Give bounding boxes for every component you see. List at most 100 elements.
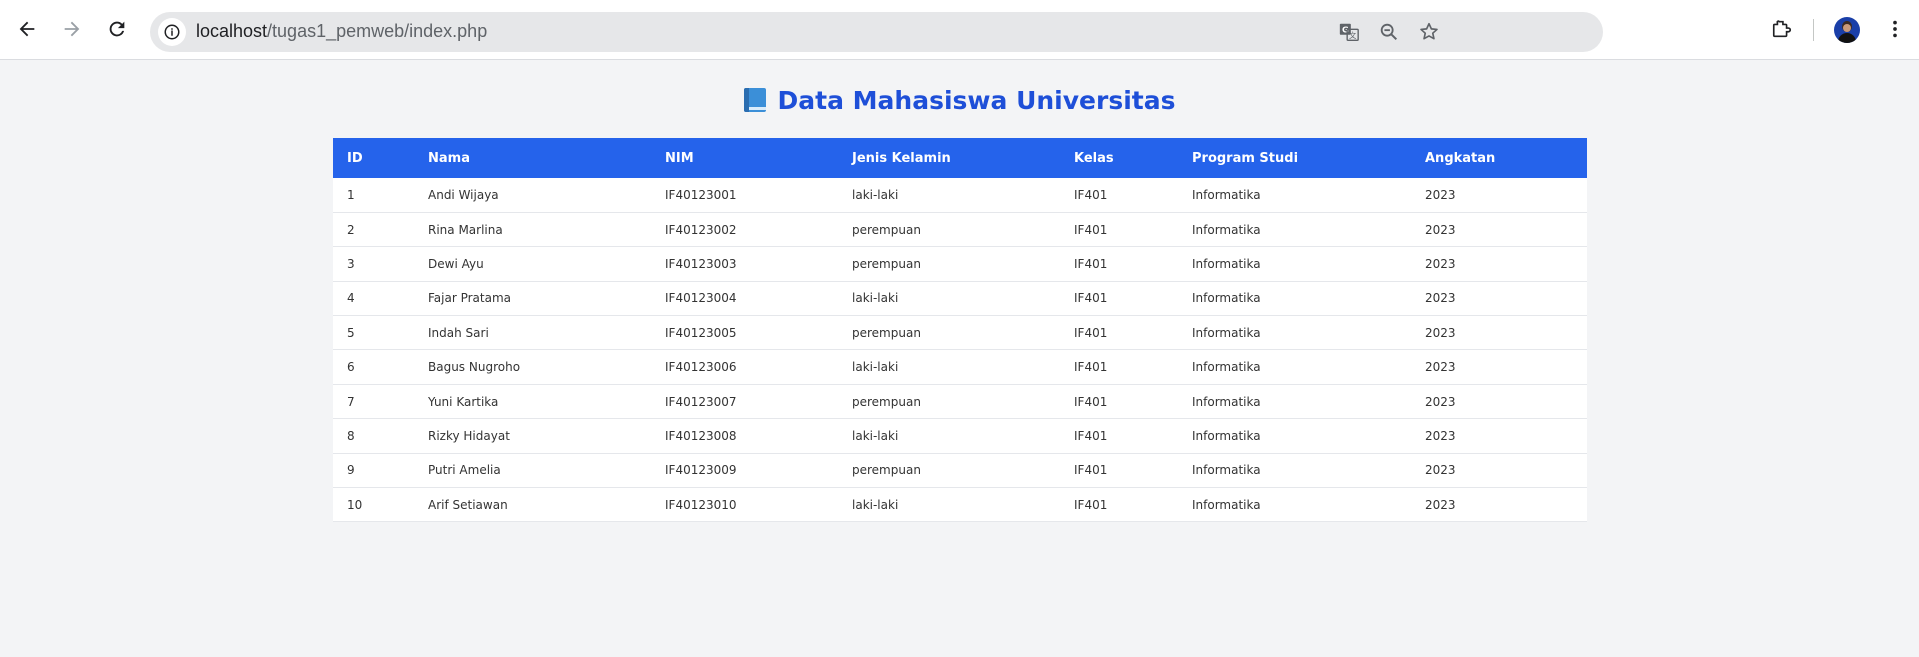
table-body: 1 Andi Wijaya IF40123001 laki-laki IF401 Info… (333, 178, 1587, 523)
cell-jenis-kelamin: laki-laki (838, 349, 1060, 385)
cell-nama: Putri Amelia (414, 453, 651, 489)
cell-angkatan: 2023 (1411, 178, 1587, 213)
column-header-angkatan: Angkatan (1411, 138, 1587, 178)
reload-button[interactable] (101, 13, 133, 45)
column-header-nama: Nama (414, 138, 651, 178)
cell-angkatan: 2023 (1411, 487, 1587, 523)
cell-jenis-kelamin: laki-laki (838, 487, 1060, 523)
cell-nama: Yuni Kartika (414, 384, 651, 420)
toolbar-divider (1813, 19, 1814, 41)
cell-jenis-kelamin: perempuan (838, 212, 1060, 248)
cell-id: 7 (333, 384, 414, 420)
cell-id: 3 (333, 246, 414, 282)
extensions-icon[interactable] (1767, 14, 1797, 44)
url-path: /tugas1_pemweb/index.php (267, 21, 488, 41)
cell-program-studi: Informatika (1178, 281, 1411, 317)
cell-nim: IF40123007 (651, 384, 838, 420)
cell-nama: Andi Wijaya (414, 178, 651, 213)
cell-id: 2 (333, 212, 414, 248)
cell-program-studi: Informatika (1178, 487, 1411, 523)
column-header-nim: NIM (651, 138, 838, 178)
cell-nim: IF40123005 (651, 315, 838, 351)
column-header-jenis-kelamin: Jenis Kelamin (838, 138, 1060, 178)
cell-id: 10 (333, 487, 414, 523)
cell-kelas: IF401 (1060, 212, 1178, 248)
cell-kelas: IF401 (1060, 246, 1178, 282)
forward-button[interactable] (56, 13, 88, 45)
table-row: 10 Arif Setiawan IF40123010 laki-laki IF401 I… (333, 487, 1587, 523)
column-header-program-studi: Program Studi (1178, 138, 1411, 178)
table-row: 3 Dewi Ayu IF40123003 perempuan IF401 Informa… (333, 246, 1587, 282)
cell-program-studi: Informatika (1178, 178, 1411, 213)
cell-id: 5 (333, 315, 414, 351)
cell-angkatan: 2023 (1411, 349, 1587, 385)
table-row: 1 Andi Wijaya IF40123001 laki-laki IF401 Info… (333, 178, 1587, 213)
cell-kelas: IF401 (1060, 178, 1178, 213)
students-table: ID Nama NIM Jenis Kelamin Kelas Program … (333, 138, 1587, 523)
table-row: 9 Putri Amelia IF40123009 perempuan IF401 Inf… (333, 453, 1587, 489)
cell-id: 9 (333, 453, 414, 489)
translate-icon[interactable]: G文 (1337, 20, 1361, 44)
page-title: Data Mahasiswa Universitas (0, 86, 1919, 115)
cell-program-studi: Informatika (1178, 418, 1411, 454)
cell-kelas: IF401 (1060, 453, 1178, 489)
table-row: 8 Rizky Hidayat IF40123008 laki-laki IF401 In… (333, 418, 1587, 454)
page-title-text: Data Mahasiswa Universitas (777, 86, 1176, 115)
profile-avatar[interactable] (1834, 17, 1860, 43)
cell-angkatan: 2023 (1411, 384, 1587, 420)
cell-program-studi: Informatika (1178, 246, 1411, 282)
table-row: 7 Yuni Kartika IF40123007 perempuan IF401 Inf… (333, 384, 1587, 420)
cell-jenis-kelamin: perempuan (838, 384, 1060, 420)
cell-nim: IF40123006 (651, 349, 838, 385)
cell-jenis-kelamin: perempuan (838, 453, 1060, 489)
cell-nama: Rizky Hidayat (414, 418, 651, 454)
cell-nama: Indah Sari (414, 315, 651, 351)
cell-nim: IF40123009 (651, 453, 838, 489)
zoom-icon[interactable] (1377, 20, 1401, 44)
cell-id: 1 (333, 178, 414, 213)
table-row: 5 Indah Sari IF40123005 perempuan IF401 Infor… (333, 315, 1587, 351)
cell-id: 8 (333, 418, 414, 454)
cell-nama: Fajar Pratama (414, 281, 651, 317)
cell-nama: Arif Setiawan (414, 487, 651, 523)
cell-jenis-kelamin: laki-laki (838, 418, 1060, 454)
address-bar[interactable]: localhost/tugas1_pemweb/index.php G文 (150, 12, 1603, 52)
reload-icon (109, 21, 125, 37)
bookmark-star-icon[interactable] (1417, 20, 1441, 44)
svg-text:文: 文 (1349, 31, 1357, 40)
url-text[interactable]: localhost/tugas1_pemweb/index.php (196, 21, 487, 42)
arrow-left-icon (19, 21, 35, 37)
cell-program-studi: Informatika (1178, 384, 1411, 420)
cell-nama: Rina Marlina (414, 212, 651, 248)
cell-kelas: IF401 (1060, 349, 1178, 385)
cell-id: 4 (333, 281, 414, 317)
column-header-id: ID (333, 138, 414, 178)
table-row: 4 Fajar Pratama IF40123004 laki-laki IF401 In… (333, 281, 1587, 317)
cell-kelas: IF401 (1060, 315, 1178, 351)
menu-kebab-icon[interactable] (1880, 14, 1910, 44)
cell-nim: IF40123003 (651, 246, 838, 282)
cell-nama: Dewi Ayu (414, 246, 651, 282)
cell-jenis-kelamin: laki-laki (838, 178, 1060, 213)
cell-nim: IF40123010 (651, 487, 838, 523)
back-button[interactable] (11, 13, 43, 45)
column-header-kelas: Kelas (1060, 138, 1178, 178)
cell-jenis-kelamin: laki-laki (838, 281, 1060, 317)
cell-kelas: IF401 (1060, 281, 1178, 317)
table-row: 6 Bagus Nugroho IF40123006 laki-laki IF401 In… (333, 349, 1587, 385)
url-host: localhost (196, 21, 268, 41)
cell-nama: Bagus Nugroho (414, 349, 651, 385)
blue-book-icon (743, 88, 766, 112)
cell-nim: IF40123004 (651, 281, 838, 317)
table-header-row: ID Nama NIM Jenis Kelamin Kelas Program … (333, 138, 1587, 178)
arrow-right-icon (64, 21, 80, 37)
table-row: 2 Rina Marlina IF40123002 perempuan IF401 Inf… (333, 212, 1587, 248)
site-info-icon[interactable] (158, 18, 186, 46)
cell-jenis-kelamin: perempuan (838, 246, 1060, 282)
cell-nim: IF40123002 (651, 212, 838, 248)
cell-nim: IF40123001 (651, 178, 838, 213)
cell-program-studi: Informatika (1178, 315, 1411, 351)
cell-angkatan: 2023 (1411, 212, 1587, 248)
cell-kelas: IF401 (1060, 487, 1178, 523)
browser-toolbar: localhost/tugas1_pemweb/index.php G文 (0, 0, 1919, 60)
